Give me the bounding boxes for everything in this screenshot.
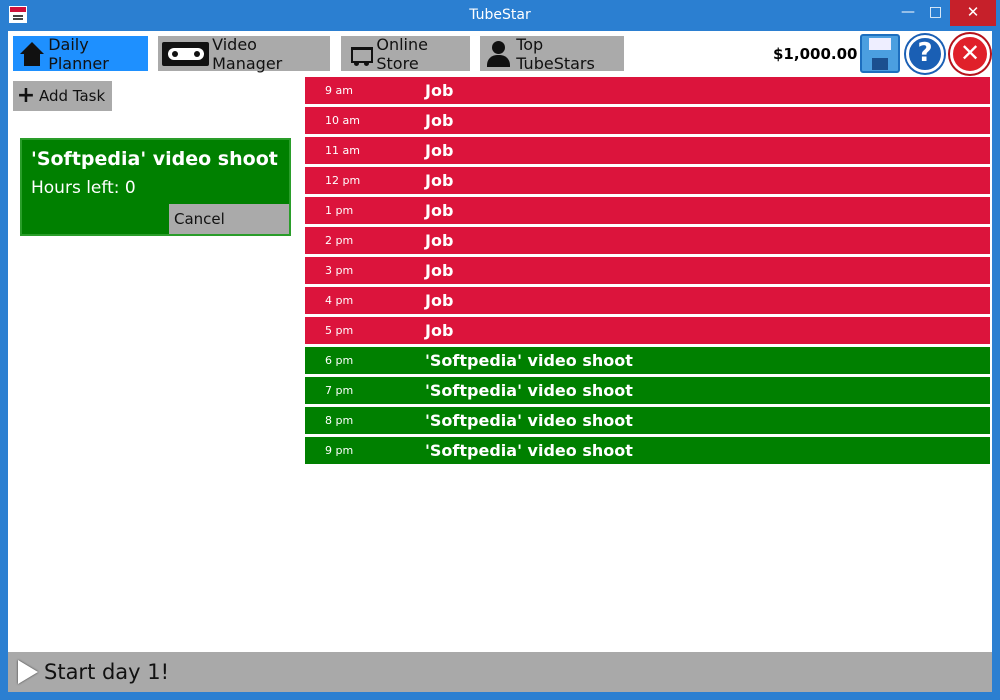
tab-online-store[interactable]: Online Store — [341, 34, 470, 73]
slot-time: 7 pm — [325, 384, 354, 397]
slot-time: 4 pm — [325, 294, 354, 307]
money-balance: $1,000.00 — [773, 45, 858, 63]
tab-label: Video Manager — [212, 34, 283, 73]
schedule-slot[interactable]: 8 pm 'Softpedia' video shoot — [305, 407, 990, 434]
slot-time: 2 pm — [325, 234, 354, 247]
person-icon — [484, 40, 513, 68]
current-task-card: 'Softpedia' video shoot Hours left: 0 Ca… — [20, 138, 291, 236]
slot-label: 'Softpedia' video shoot — [425, 351, 633, 370]
slot-time: 12 pm — [325, 174, 361, 187]
window-close-button[interactable]: ✕ — [950, 0, 996, 26]
schedule-slot[interactable]: 7 pm 'Softpedia' video shoot — [305, 377, 990, 404]
schedule-slot[interactable]: 1 pm Job — [305, 197, 990, 224]
tab-top-tubestars[interactable]: Top TubeStars — [480, 34, 624, 73]
slot-time: 9 am — [325, 84, 353, 97]
schedule-slot[interactable]: 11 am Job — [305, 137, 990, 164]
slot-label: Job — [425, 81, 454, 100]
slot-time: 1 pm — [325, 204, 354, 217]
slot-time: 3 pm — [325, 264, 354, 277]
task-title: 'Softpedia' video shoot — [31, 148, 278, 170]
schedule-slot[interactable]: 3 pm Job — [305, 257, 990, 284]
slot-label: Job — [425, 261, 454, 280]
tab-label: Online Store — [376, 34, 428, 73]
hours-left: Hours left: 0 — [31, 178, 136, 198]
slot-label: Job — [425, 141, 454, 160]
slot-label: Job — [425, 321, 454, 340]
schedule-list: 9 am Job 10 am Job 11 am Job 12 pm Job 1 pm Job 2 … — [305, 77, 990, 467]
schedule-slot[interactable]: 5 pm Job — [305, 317, 990, 344]
plus-icon: + — [16, 83, 36, 108]
slot-label: Job — [425, 171, 454, 190]
slot-label: Job — [425, 201, 454, 220]
title-bar: TubeStar — □ ✕ — [0, 0, 1000, 31]
help-icon[interactable]: ? — [906, 35, 944, 73]
maximize-button[interactable]: □ — [922, 0, 949, 26]
slot-time: 8 pm — [325, 414, 354, 427]
slot-time: 6 pm — [325, 354, 354, 367]
close-icon[interactable]: ✕ — [950, 34, 990, 74]
tab-video-manager[interactable]: Video Manager — [158, 34, 330, 73]
slot-time: 5 pm — [325, 324, 354, 337]
add-task-button[interactable]: + Add Task — [13, 81, 112, 111]
schedule-slot[interactable]: 9 pm 'Softpedia' video shoot — [305, 437, 990, 464]
schedule-slot[interactable]: 10 am Job — [305, 107, 990, 134]
cancel-task-button[interactable]: Cancel — [169, 204, 289, 234]
add-task-label: Add Task — [39, 87, 106, 105]
vhs-tape-icon — [162, 41, 210, 66]
schedule-slot[interactable]: 4 pm Job — [305, 287, 990, 314]
slot-label: Job — [425, 111, 454, 130]
tab-daily-planner[interactable]: Daily Planner — [13, 34, 148, 73]
window-title: TubeStar — [469, 7, 531, 23]
shopping-cart-icon — [345, 40, 374, 68]
schedule-slot[interactable]: 2 pm Job — [305, 227, 990, 254]
schedule-slot[interactable]: 6 pm 'Softpedia' video shoot — [305, 347, 990, 374]
schedule-slot[interactable]: 9 am Job — [305, 77, 990, 104]
slot-label: Job — [425, 231, 454, 250]
house-icon — [17, 40, 45, 68]
app-client-area: Daily Planner Video Manager Online Store… — [8, 31, 992, 692]
slot-label: Job — [425, 291, 454, 310]
schedule-slot[interactable]: 12 pm Job — [305, 167, 990, 194]
minimize-button[interactable]: — — [893, 0, 923, 26]
slot-time: 10 am — [325, 114, 360, 127]
tab-label: Top TubeStars — [516, 34, 595, 73]
start-day-label: Start day 1! — [44, 660, 170, 684]
slot-label: 'Softpedia' video shoot — [425, 411, 633, 430]
save-icon[interactable] — [860, 34, 900, 73]
slot-label: 'Softpedia' video shoot — [425, 441, 633, 460]
slot-time: 11 am — [325, 144, 360, 157]
play-icon — [18, 660, 38, 684]
slot-time: 9 pm — [325, 444, 354, 457]
slot-label: 'Softpedia' video shoot — [425, 381, 633, 400]
start-day-bar[interactable]: Start day 1! — [8, 652, 992, 692]
tab-label: Daily Planner — [48, 34, 109, 73]
